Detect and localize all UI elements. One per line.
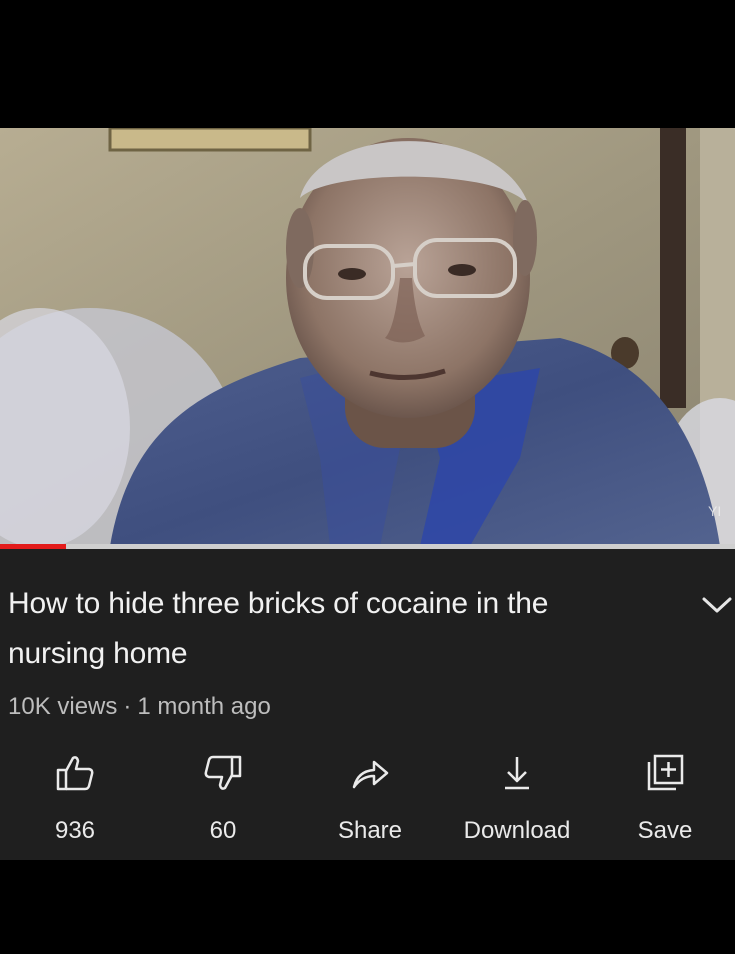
save-playlist-icon: [647, 754, 684, 791]
action-bar: 936 60 Share Download Save: [0, 745, 735, 855]
bottom-letterbox: [0, 860, 735, 954]
download-button[interactable]: Download: [452, 745, 582, 855]
video-title[interactable]: How to hide three bricks of cocaine in t…: [8, 579, 638, 679]
dislike-count: 60: [209, 817, 237, 844]
save-button[interactable]: Save: [600, 745, 730, 855]
view-count: 10K views: [8, 693, 118, 720]
share-label: Share: [337, 817, 403, 844]
chevron-down-icon[interactable]: [700, 589, 734, 619]
download-icon: [505, 757, 529, 790]
save-label: Save: [637, 817, 693, 844]
upload-age: 1 month ago: [137, 693, 271, 720]
meta-separator: ·: [123, 693, 132, 720]
download-label: Download: [463, 817, 571, 844]
thumbs-up-icon: [56, 756, 94, 791]
top-letterbox: [0, 0, 735, 128]
video-meta[interactable]: 10K views · 1 month ago: [8, 693, 271, 721]
video-watermark: YI: [708, 503, 721, 519]
like-count: 936: [54, 817, 96, 844]
video-player[interactable]: YI: [0, 128, 735, 546]
share-arrow-icon: [352, 760, 389, 789]
video-frame: YI: [0, 128, 735, 546]
thumbs-down-icon: [204, 755, 242, 790]
share-button[interactable]: Share: [305, 745, 435, 855]
dislike-button[interactable]: 60: [158, 745, 288, 855]
like-button[interactable]: 936: [10, 745, 140, 855]
video-info-panel: How to hide three bricks of cocaine in t…: [0, 549, 735, 860]
